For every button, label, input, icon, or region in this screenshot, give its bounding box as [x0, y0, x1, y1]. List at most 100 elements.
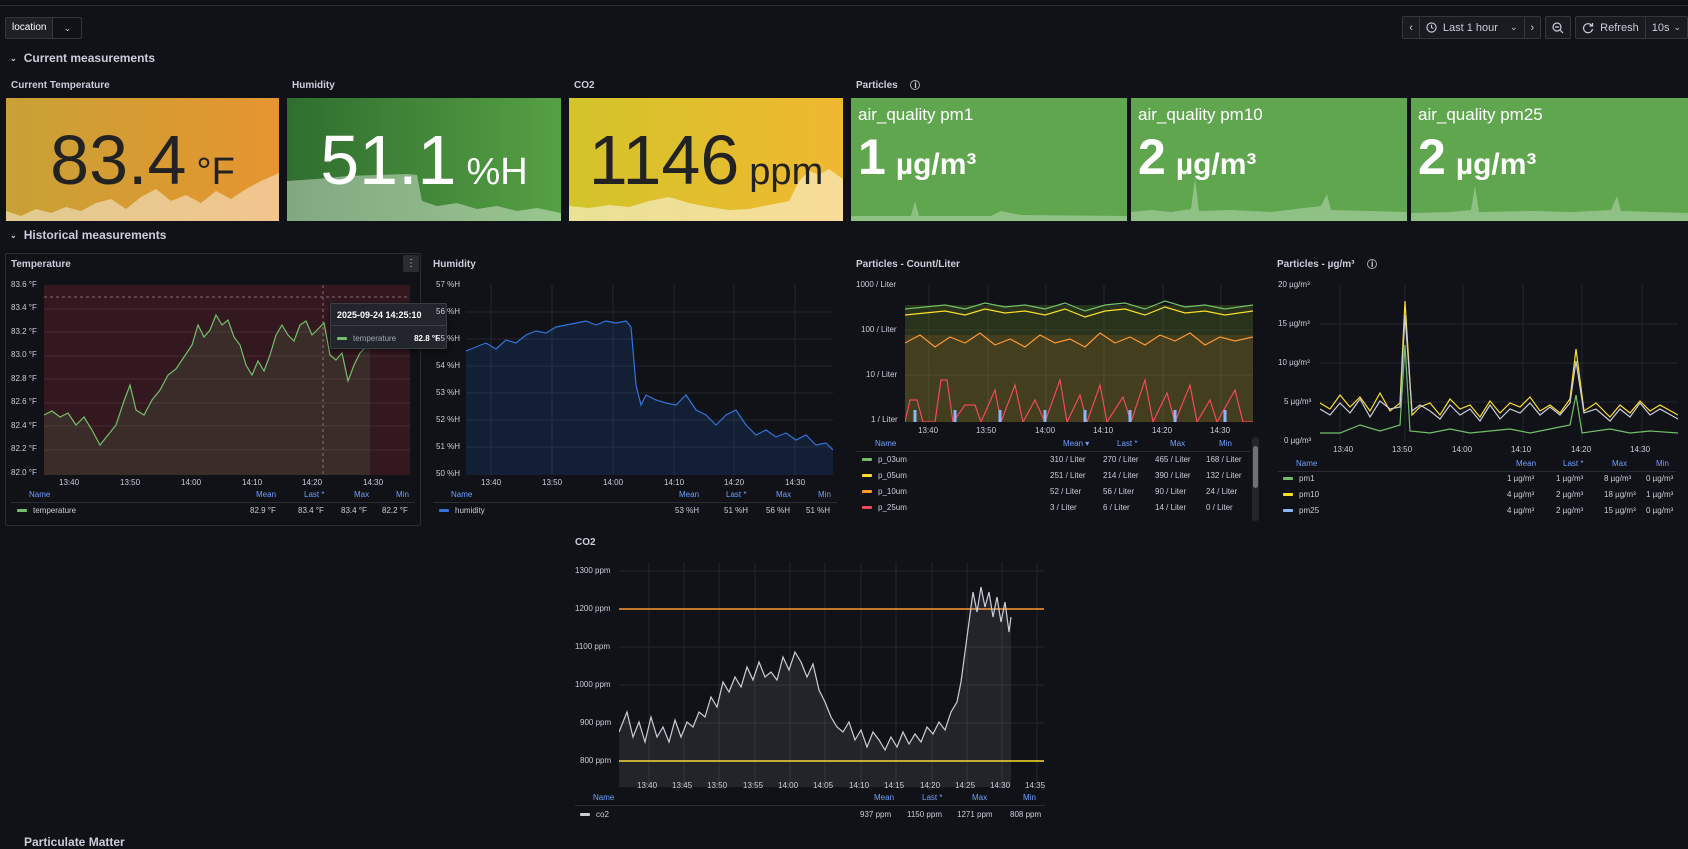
legend-series[interactable]: pm25 [1283, 506, 1319, 515]
row-particulate-matter[interactable]: Particulate Matter [24, 835, 125, 849]
x-tick: 14:10 [664, 478, 685, 487]
legend-header-mean[interactable]: Mean ▾ [1063, 439, 1089, 448]
legend-header-max[interactable]: Max [776, 490, 791, 499]
legend-header-last[interactable]: Last * [922, 793, 942, 802]
legend-series[interactable]: pm10 [1283, 490, 1319, 499]
zoom-out-button[interactable] [1546, 17, 1570, 38]
legend-header-last[interactable]: Last * [1117, 439, 1137, 448]
info-icon[interactable]: i [1367, 259, 1378, 269]
chevron-down-icon[interactable]: ⌄ [53, 18, 81, 38]
x-tick: 14:30 [1210, 426, 1231, 435]
legend-header-min[interactable]: Min [1023, 793, 1036, 802]
legend-header-last[interactable]: Last * [1563, 459, 1583, 468]
legend-header-min[interactable]: Min [396, 490, 409, 499]
time-range-picker[interactable]: Last 1 hour ⌄ [1420, 17, 1525, 38]
time-range-label: Last 1 hour [1442, 21, 1498, 34]
y-tick: 100 / Liter [861, 325, 897, 334]
time-forward-button[interactable]: › [1525, 17, 1541, 38]
legend-header-name[interactable]: Name [1296, 459, 1317, 468]
row-historical-measurements[interactable]: ⌄ Historical measurements [10, 228, 166, 242]
legend-header-mean[interactable]: Mean [874, 793, 894, 802]
series-name: p_10um [878, 487, 907, 496]
refresh-group: Refresh 10s ⌄ [1575, 16, 1688, 39]
y-tick: 1000 ppm [575, 680, 611, 689]
unit: °F [196, 151, 235, 193]
legend-mean: 4 µg/m³ [1507, 506, 1535, 515]
series-swatch [1283, 493, 1293, 497]
legend-series[interactable]: humidity [439, 506, 485, 515]
particles-mass-title: Particles - µg/m³ [1277, 259, 1355, 270]
legend-mean: 937 ppm [860, 810, 892, 819]
legend-header-mean[interactable]: Mean [256, 490, 276, 499]
location-variable-picker[interactable]: location ⌄ [5, 17, 83, 39]
time-back-button[interactable]: ‹ [1403, 17, 1420, 38]
y-tick: 15 µg/m³ [1278, 319, 1310, 328]
legend-series[interactable]: co2 [580, 810, 609, 819]
y-tick: 83.4 °F [11, 303, 37, 312]
legend-series[interactable]: p_05um [862, 471, 907, 480]
series-swatch [1283, 509, 1293, 513]
stat-temperature[interactable]: 83.4 °F [6, 98, 279, 221]
value: 51.1 [320, 121, 457, 199]
legend-header-mean[interactable]: Mean [1516, 459, 1536, 468]
legend-header-last[interactable]: Last * [726, 490, 746, 499]
legend-header-name[interactable]: Name [29, 490, 50, 499]
x-tick: 14:10 [1511, 445, 1532, 454]
refresh-button[interactable]: Refresh [1576, 17, 1646, 38]
series-name: pm1 [1299, 474, 1315, 483]
legend-series[interactable]: p_25um [862, 503, 907, 512]
stat-pm1[interactable]: air_quality pm1 1 µg/m³ [851, 98, 1127, 221]
legend-header-name[interactable]: Name [875, 439, 896, 448]
legend-header-mean[interactable]: Mean [679, 490, 699, 499]
particles-count-graph [905, 285, 1253, 422]
y-tick: 82.0 °F [11, 468, 37, 477]
y-tick: 51 %H [436, 442, 461, 451]
legend-divider [11, 502, 415, 503]
legend-header-min[interactable]: Min [1656, 459, 1669, 468]
series-swatch [1283, 477, 1293, 481]
legend-header-min[interactable]: Min [818, 490, 831, 499]
legend-header-max[interactable]: Max [354, 490, 369, 499]
value: 83.4 [50, 121, 187, 199]
legend-header-name[interactable]: Name [593, 793, 614, 802]
stat-pm10[interactable]: air_quality pm10 2 µg/m³ [1131, 98, 1407, 221]
refresh-interval-picker[interactable]: 10s ⌄ [1646, 17, 1687, 38]
pm25-sparkline [1411, 186, 1688, 221]
stat-humidity[interactable]: 51.1 %H [287, 98, 561, 221]
legend-header-max[interactable]: Max [1170, 439, 1185, 448]
row-current-measurements[interactable]: ⌄ Current measurements [10, 51, 155, 65]
row-title: Current measurements [23, 51, 156, 65]
stat-pm25[interactable]: air_quality pm25 2 µg/m³ [1411, 98, 1688, 221]
legend-min: 0 µg/m³ [1646, 474, 1674, 483]
legend-divider [575, 805, 1045, 806]
legend-last: 56 / Liter [1103, 487, 1135, 496]
legend-header-min[interactable]: Min [1219, 439, 1232, 448]
stat-co2[interactable]: 1146 ppm [569, 98, 843, 221]
legend-series[interactable]: p_03um [862, 455, 907, 464]
panel-title: CO2 [575, 537, 596, 548]
legend-header-max[interactable]: Max [1612, 459, 1627, 468]
legend-last: 83.4 °F [298, 506, 324, 515]
panel-title: Particles i [856, 80, 921, 91]
legend-scrollbar[interactable] [1252, 437, 1259, 521]
legend-series[interactable]: pm1 [1283, 474, 1315, 483]
legend-header-name[interactable]: Name [451, 490, 472, 499]
legend-series[interactable]: temperature [17, 506, 76, 515]
x-tick: 14:20 [724, 478, 745, 487]
y-tick: 82.2 °F [11, 444, 37, 453]
info-icon[interactable]: i [910, 80, 921, 90]
x-tick: 13:40 [481, 478, 502, 487]
panel-menu-icon[interactable]: ⋮ [403, 255, 419, 272]
x-tick: 13:40 [1333, 445, 1354, 454]
y-tick: 83.0 °F [11, 350, 37, 359]
pm1-sparkline [851, 201, 1127, 221]
top-bar [0, 0, 1688, 6]
legend-header-max[interactable]: Max [972, 793, 987, 802]
x-tick: 13:50 [707, 781, 728, 790]
scrollbar-thumb[interactable] [1253, 446, 1258, 488]
legend-header-last[interactable]: Last * [304, 490, 324, 499]
legend-last: 1150 ppm [907, 810, 942, 819]
y-tick: 82.8 °F [11, 374, 37, 383]
legend-series[interactable]: p_10um [862, 487, 907, 496]
stat-value: 83.4 °F [6, 120, 279, 200]
